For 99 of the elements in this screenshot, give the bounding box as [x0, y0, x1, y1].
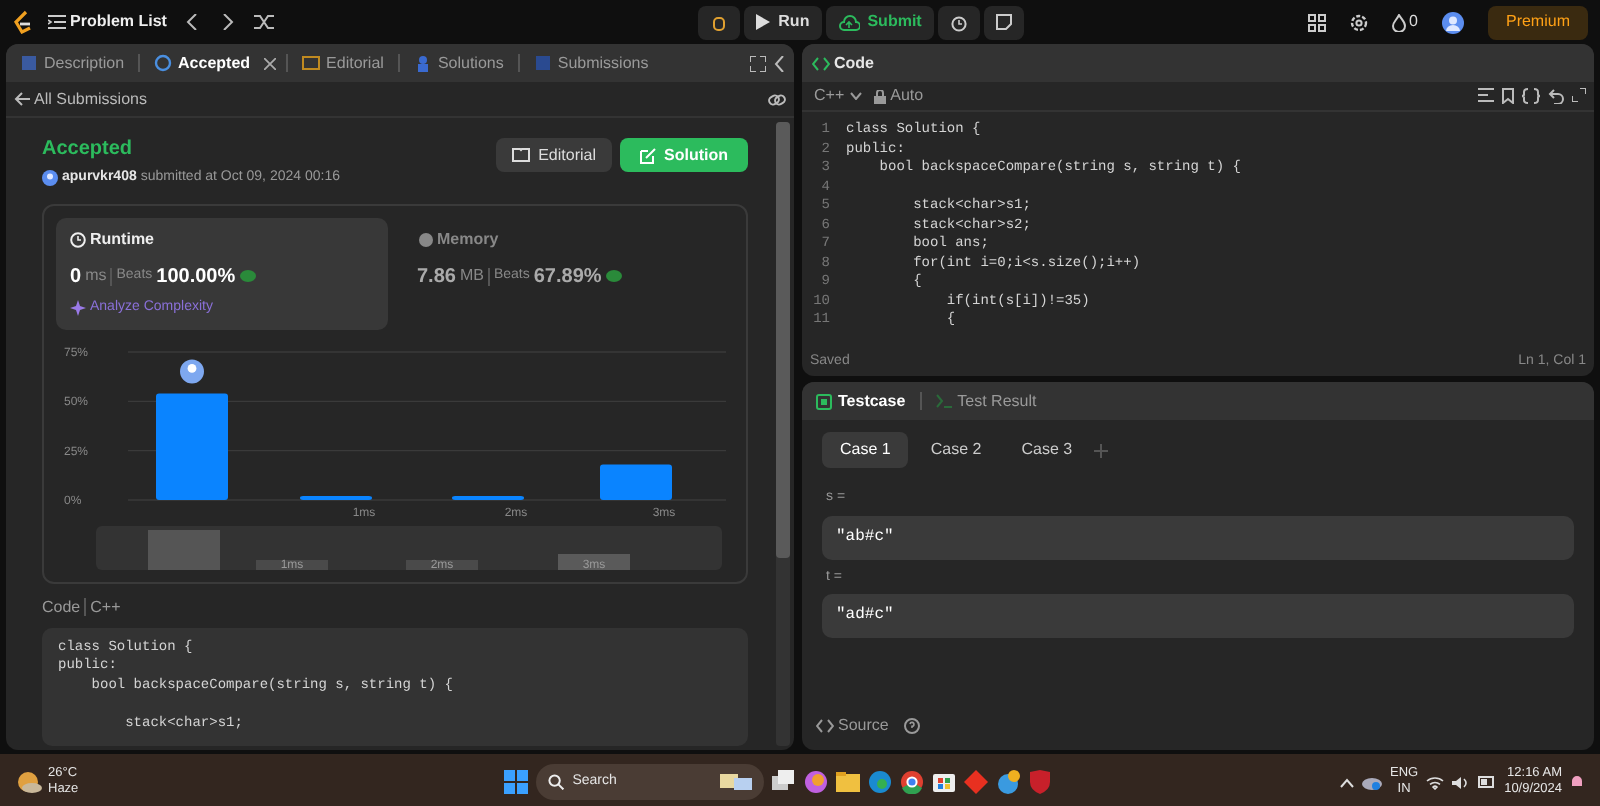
case-tab[interactable]: Case 3 [1003, 432, 1091, 468]
panel-tab[interactable]: Description [16, 51, 129, 75]
code-icon [812, 55, 830, 71]
note-icon [995, 14, 1012, 30]
link-icon[interactable] [768, 91, 786, 107]
start-icon[interactable] [504, 770, 529, 794]
close-icon[interactable] [264, 57, 277, 69]
auto-mode-toggle[interactable]: Auto [874, 84, 924, 108]
logo-icon[interactable] [12, 10, 32, 34]
panel-tab[interactable]: Solutions [409, 51, 508, 75]
panel-tab[interactable]: Accepted [150, 51, 255, 75]
settings-icon[interactable] [1349, 13, 1368, 31]
globe-icon[interactable] [996, 770, 1021, 794]
weather-icon[interactable] [16, 770, 44, 794]
news-icon [720, 774, 753, 790]
code-icon [816, 718, 834, 734]
input-field[interactable]: "ad#c" [822, 594, 1574, 638]
caret-down-icon [850, 92, 863, 100]
stat-value: 7.86 [417, 263, 456, 291]
panel-tab[interactable]: Testcase [812, 389, 910, 413]
avatar-icon[interactable] [1441, 11, 1464, 33]
stat-label: Runtime [90, 227, 154, 251]
book-icon [302, 54, 321, 72]
search-icon [548, 774, 565, 790]
source-link[interactable]: Source [838, 714, 889, 738]
book-icon [512, 148, 531, 162]
browser-icon[interactable] [868, 770, 893, 794]
scrollbar[interactable] [776, 122, 790, 746]
case-tab[interactable]: Case 1 [822, 432, 909, 468]
shuffle-icon[interactable] [254, 14, 275, 30]
edit-icon [640, 147, 656, 163]
submit-button[interactable]: Submit [825, 5, 934, 39]
help-icon[interactable] [904, 718, 921, 734]
stat-unit: MB [459, 264, 484, 288]
panel-tab[interactable]: Submissions [529, 51, 653, 75]
diamond-icon[interactable] [964, 770, 989, 794]
chrome-icon[interactable] [900, 770, 925, 794]
lock-icon [874, 89, 887, 103]
list-icon [533, 54, 552, 72]
editorial-button[interactable]: Editorial [496, 138, 612, 172]
wifi-icon[interactable] [1426, 775, 1445, 789]
cloud-icon[interactable] [1361, 774, 1382, 790]
battery-icon[interactable] [1478, 776, 1497, 788]
bar[interactable] [600, 463, 672, 499]
chevron-left-icon[interactable] [774, 55, 784, 71]
beats-percent: 100.00% [156, 263, 236, 291]
code-label: Code [42, 595, 81, 619]
flame-icon [1391, 13, 1406, 31]
undo-icon[interactable] [1548, 88, 1564, 104]
bookmark-icon[interactable] [1502, 88, 1514, 104]
note-button[interactable] [983, 5, 1024, 39]
clock-icon [70, 231, 86, 247]
alarm-clock-icon [949, 13, 968, 31]
debug-button[interactable] [698, 5, 741, 39]
expand-icon[interactable] [1572, 88, 1586, 102]
status-text: Accepted [42, 136, 135, 164]
input-field[interactable]: "ab#c" [822, 515, 1574, 559]
bug-icon [710, 13, 729, 31]
panel-title: Code [812, 51, 874, 75]
panel-tab[interactable]: Editorial [298, 51, 388, 75]
problem-list-link[interactable]: Problem List [48, 10, 167, 34]
grid-icon[interactable] [1307, 13, 1326, 31]
premium-button[interactable]: Premium [1487, 5, 1588, 39]
braces-icon[interactable] [1522, 88, 1540, 104]
arrow-left-icon [14, 92, 30, 106]
stat-unit: ms [85, 264, 107, 288]
beats-percent: 67.89% [533, 263, 602, 291]
task-view-icon[interactable] [772, 770, 797, 794]
case-tab[interactable]: Case 2 [912, 432, 1000, 468]
language-dropdown[interactable]: C++ [810, 84, 867, 108]
alarm-clock-button[interactable] [937, 5, 980, 39]
play-icon [756, 14, 771, 30]
stat-value: 0 [70, 263, 82, 291]
cloud-upload-icon [837, 13, 860, 31]
avatar-icon [42, 170, 58, 187]
sparkle-icon [70, 299, 86, 316]
folder-icon[interactable] [836, 770, 861, 794]
clock-icon [154, 54, 173, 72]
expand-icon[interactable] [750, 55, 766, 71]
panel-tab[interactable]: Test Result [931, 389, 1041, 413]
terminal-icon [935, 394, 952, 408]
document-icon [20, 54, 38, 72]
bell-icon[interactable] [1570, 774, 1584, 790]
speaker-icon[interactable] [1452, 775, 1471, 789]
streak-counter[interactable]: 0 [1391, 10, 1418, 34]
list-icon [48, 14, 66, 30]
scrollbar-thumb[interactable] [776, 122, 790, 559]
run-button[interactable]: Run [744, 5, 822, 39]
chevron-left-icon[interactable] [186, 14, 199, 30]
chevron-right-icon[interactable] [222, 14, 235, 30]
align-left-icon[interactable] [1478, 88, 1494, 102]
chevron-up-icon[interactable] [1339, 777, 1354, 787]
copilot-icon[interactable] [804, 770, 829, 794]
checkbox-icon [816, 393, 832, 409]
all-submissions-link[interactable]: All Submissions [14, 87, 147, 111]
avatar-icon [180, 358, 204, 383]
language-label: C++ [90, 595, 121, 619]
store-icon[interactable] [932, 770, 957, 794]
stat-label[interactable]: Memory [437, 227, 499, 251]
